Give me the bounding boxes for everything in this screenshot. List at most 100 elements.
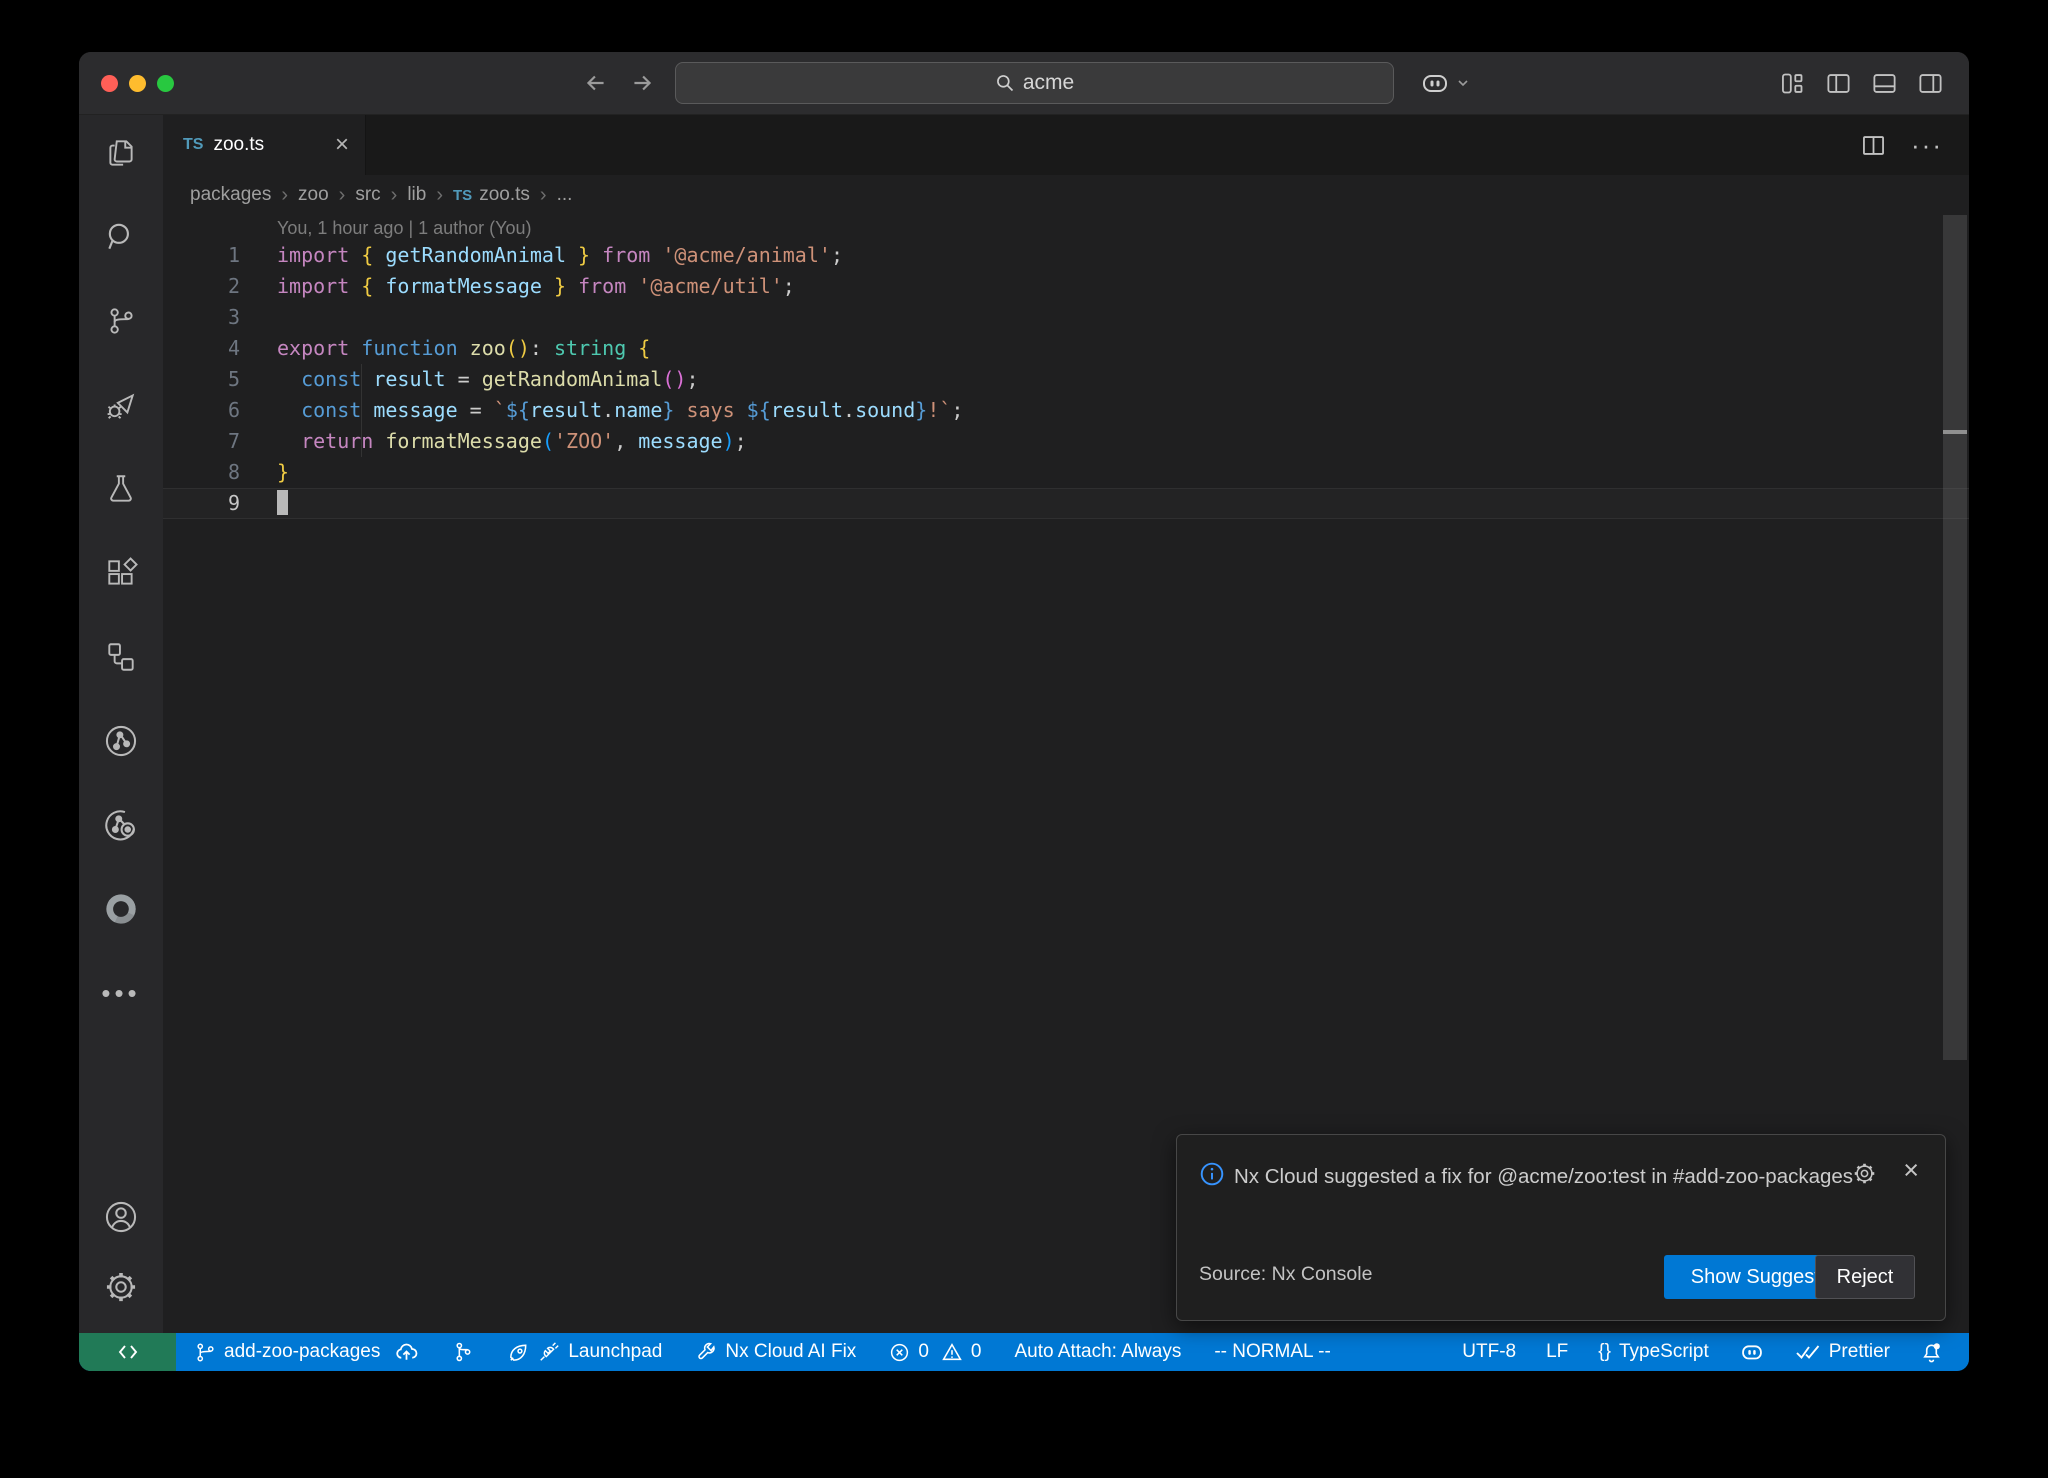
eol-status[interactable]: LF: [1546, 1341, 1568, 1363]
encoding-status[interactable]: UTF-8: [1462, 1341, 1516, 1363]
breadcrumb-item-zoo[interactable]: zoo: [298, 184, 329, 206]
tab-label: zoo.ts: [213, 134, 264, 156]
editor-scrollbar[interactable]: [1943, 215, 1967, 1060]
close-window-button[interactable]: [101, 75, 118, 92]
problems-status[interactable]: 0 0: [889, 1341, 981, 1363]
forward-icon[interactable]: [625, 66, 659, 100]
code-line-1[interactable]: 1import { getRandomAnimal } from '@acme/…: [163, 240, 1969, 271]
breadcrumb-item-[interactable]: ...: [557, 184, 573, 206]
wrench-icon: [695, 1341, 717, 1363]
code-line-3[interactable]: 3: [163, 302, 1969, 333]
remote-indicator[interactable]: [79, 1333, 176, 1371]
settings-gear-icon[interactable]: [79, 1259, 163, 1315]
code-line-2[interactable]: 2import { formatMessage } from '@acme/ut…: [163, 271, 1969, 302]
code-line-4[interactable]: 4export function zoo(): string {: [163, 333, 1969, 364]
titlebar: acme: [79, 52, 1969, 115]
code-lines: 1import { getRandomAnimal } from '@acme/…: [163, 240, 1969, 519]
traffic-lights: [101, 75, 174, 92]
code-line-6[interactable]: 6 const message = `${result.name} says $…: [163, 395, 1969, 426]
source-control-graph-icon: [452, 1341, 474, 1363]
code-line-9[interactable]: 9: [163, 488, 1969, 519]
run-debug-icon[interactable]: [79, 377, 163, 433]
warning-icon: [941, 1341, 963, 1363]
copilot-status[interactable]: [1739, 1339, 1765, 1365]
language-mode-status[interactable]: {} TypeScript: [1598, 1341, 1708, 1363]
minimize-window-button[interactable]: [129, 75, 146, 92]
split-editor-icon[interactable]: [1860, 132, 1887, 159]
nx-cloud-ai-fix-status[interactable]: Nx Cloud AI Fix: [695, 1341, 856, 1363]
bell-icon: [1920, 1341, 1943, 1364]
git-branch-icon: [195, 1342, 216, 1363]
git-blame-annotation: You, 1 hour ago | 1 author (You): [277, 218, 532, 239]
launchpad-status[interactable]: Launchpad: [507, 1341, 662, 1364]
edge-tools-icon[interactable]: [79, 881, 163, 937]
code-line-8[interactable]: 8}: [163, 457, 1969, 488]
search-sidebar-icon[interactable]: [79, 209, 163, 265]
toggle-panel-icon[interactable]: [1870, 69, 1899, 98]
notification-toast: Nx Cloud suggested a fix for @acme/zoo:t…: [1176, 1134, 1946, 1321]
more-actions-icon[interactable]: ···: [1911, 130, 1943, 161]
plug-icon: [538, 1341, 560, 1363]
breadcrumb-separator-icon: ›: [281, 184, 288, 207]
copilot-menu[interactable]: [1419, 67, 1471, 99]
breadcrumb-item-src[interactable]: src: [355, 184, 380, 206]
line-number: 9: [163, 488, 277, 519]
reject-button[interactable]: Reject: [1815, 1255, 1915, 1299]
customize-layout-icon[interactable]: [1778, 69, 1807, 98]
notification-source: Source: Nx Console: [1199, 1263, 1372, 1286]
prettier-status[interactable]: Prettier: [1795, 1341, 1890, 1363]
vscode-window: acme: [79, 52, 1969, 1371]
zoom-window-button[interactable]: [157, 75, 174, 92]
nx-cloud-inspect-icon[interactable]: [79, 797, 163, 853]
typescript-file-icon: TS: [453, 187, 472, 204]
explorer-icon[interactable]: [79, 125, 163, 181]
notification-close-icon[interactable]: ×: [1903, 1155, 1919, 1186]
code-line-5[interactable]: 5 const result = getRandomAnimal();: [163, 364, 1969, 395]
typescript-file-icon: TS: [183, 136, 203, 154]
notification-settings-gear-icon[interactable]: [1852, 1161, 1877, 1186]
toggle-primary-sidebar-icon[interactable]: [1824, 69, 1853, 98]
breadcrumb-separator-icon: ›: [540, 184, 547, 207]
git-branch-status[interactable]: add-zoo-packages: [195, 1340, 419, 1365]
code-line-7[interactable]: 7 return formatMessage('ZOO', message);: [163, 426, 1969, 457]
nx-console-icon[interactable]: [79, 713, 163, 769]
desktop: acme: [0, 0, 2048, 1478]
breadcrumb-separator-icon: ›: [436, 184, 443, 207]
tab-bar: TS zoo.ts × ···: [163, 115, 1969, 175]
breadcrumb-item-packages[interactable]: packages: [190, 184, 271, 206]
text-cursor: [277, 490, 288, 515]
activity-bar: •••: [79, 115, 163, 1333]
notification-message: Nx Cloud suggested a fix for @acme/zoo:t…: [1234, 1157, 1854, 1196]
toggle-secondary-sidebar-icon[interactable]: [1916, 69, 1945, 98]
copilot-icon: [1419, 67, 1451, 99]
braces-icon: {}: [1598, 1341, 1611, 1363]
line-number: 2: [163, 271, 277, 302]
info-icon: [1199, 1161, 1225, 1187]
tab-zoo-ts[interactable]: TS zoo.ts ×: [163, 115, 366, 175]
linked-projects-icon[interactable]: [79, 629, 163, 685]
vim-mode-status[interactable]: -- NORMAL --: [1214, 1341, 1330, 1363]
breadcrumb-separator-icon: ›: [391, 184, 398, 207]
command-center-search[interactable]: acme: [675, 62, 1394, 104]
back-icon[interactable]: [579, 66, 613, 100]
more-views-icon[interactable]: •••: [79, 965, 163, 1021]
breadcrumb-item-lib[interactable]: lib: [407, 184, 426, 206]
breadcrumb-item-zoots[interactable]: TSzoo.ts: [453, 184, 530, 206]
remote-icon: [116, 1340, 140, 1364]
breadcrumb: packages›zoo›src›lib›TSzoo.ts›...: [163, 175, 1969, 215]
double-check-icon: [1795, 1341, 1821, 1363]
search-value: acme: [1023, 71, 1074, 95]
status-bar: add-zoo-packages: [79, 1333, 1969, 1371]
line-number: 4: [163, 333, 277, 364]
line-number: 1: [163, 240, 277, 271]
overview-ruler-cursor-mark: [1943, 430, 1967, 434]
auto-attach-status[interactable]: Auto Attach: Always: [1014, 1341, 1181, 1363]
testing-icon[interactable]: [79, 461, 163, 517]
extensions-icon[interactable]: [79, 545, 163, 601]
notifications-bell[interactable]: [1920, 1341, 1943, 1364]
close-tab-icon[interactable]: ×: [335, 133, 349, 157]
source-control-icon[interactable]: [79, 293, 163, 349]
line-number: 8: [163, 457, 277, 488]
accounts-icon[interactable]: [79, 1189, 163, 1245]
source-control-graph-status[interactable]: [452, 1341, 474, 1363]
